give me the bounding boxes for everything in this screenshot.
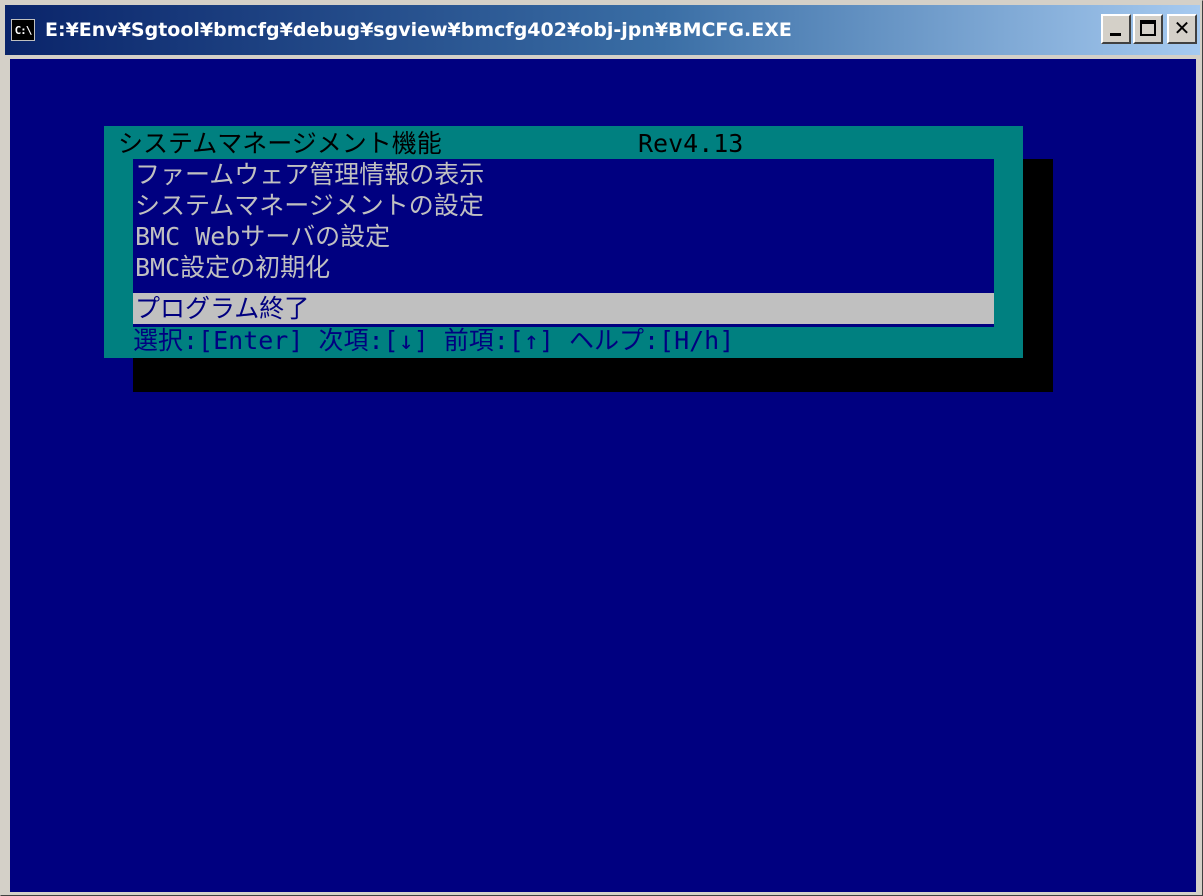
close-button[interactable]: ✕: [1167, 14, 1197, 44]
console-window-icon[interactable]: C:\: [11, 19, 35, 41]
revision-label: Rev4.13: [638, 129, 744, 158]
minimize-icon: [1110, 33, 1121, 36]
window-title: E:¥Env¥Sgtool¥bmcfg¥debug¥sgview¥bmcfg40…: [45, 19, 792, 41]
minimize-button[interactable]: [1101, 14, 1131, 44]
menu-list: ファームウェア管理情報の表示 システムマネージメントの設定 BMC Webサーバ…: [133, 159, 994, 327]
window-controls: ✕: [1099, 14, 1197, 44]
menu-item-bmc-web-server-settings[interactable]: BMC Webサーバの設定: [133, 221, 994, 252]
console-area[interactable]: システムマネージメント機能 Rev4.13 ファームウェア管理情報の表示 システ…: [10, 59, 1196, 892]
maximize-icon: [1140, 20, 1156, 36]
menu-item-exit-program[interactable]: プログラム終了: [133, 293, 994, 324]
dialog-title: システムマネージメント機能: [118, 129, 442, 158]
console-window: C:\ E:¥Env¥Sgtool¥bmcfg¥debug¥sgview¥bmc…: [0, 0, 1203, 896]
key-help-line: 選択:[Enter] 次項:[↓] 前項:[↑] ヘルプ:[H/h]: [133, 326, 735, 355]
menu-item-bmc-initialize[interactable]: BMC設定の初期化: [133, 252, 994, 283]
maximize-button[interactable]: [1133, 14, 1163, 44]
menu-item-firmware-info[interactable]: ファームウェア管理情報の表示: [133, 159, 994, 190]
title-bar[interactable]: C:\ E:¥Env¥Sgtool¥bmcfg¥debug¥sgview¥bmc…: [5, 5, 1200, 55]
menu-item-system-management-settings[interactable]: システムマネージメントの設定: [133, 190, 994, 221]
menu-dialog: システムマネージメント機能 Rev4.13 ファームウェア管理情報の表示 システ…: [104, 126, 1023, 358]
close-icon: ✕: [1173, 16, 1191, 40]
